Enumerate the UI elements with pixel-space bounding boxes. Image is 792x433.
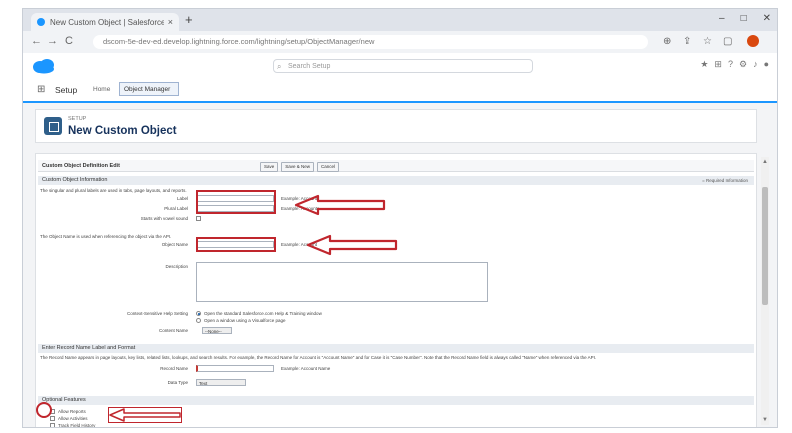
- allow-reports-label: Allow Reports: [58, 409, 86, 414]
- description-textarea[interactable]: [196, 262, 488, 302]
- salesforce-logo-icon[interactable]: [31, 58, 57, 74]
- plural-label-field-label: Plural Label: [164, 206, 188, 211]
- content-name-select[interactable]: --None--: [202, 327, 232, 334]
- tab-title: New Custom Object | Salesforce: [50, 17, 164, 27]
- label-field-label: Label: [176, 196, 188, 201]
- context-help-standard-radio[interactable]: [196, 311, 201, 316]
- labels-help-text: The singular and plural labels are used …: [40, 188, 187, 193]
- tab-close-icon[interactable]: ×: [168, 17, 173, 27]
- salesforce-header: ⌕ Search Setup ★ ⊞ ? ⚙ ♪ ●: [23, 53, 777, 80]
- tab-strip: New Custom Object | Salesforce × + – □ ✕: [23, 9, 777, 31]
- allow-activities-checkbox[interactable]: [50, 416, 55, 421]
- zoom-icon[interactable]: ⊕: [663, 36, 671, 47]
- annotation-highlight-box: [196, 190, 276, 214]
- content-name-label: Content Name: [158, 328, 188, 333]
- scrollbar-thumb[interactable]: [762, 187, 768, 305]
- reload-icon[interactable]: C: [65, 35, 73, 47]
- cancel-button[interactable]: Cancel: [317, 162, 340, 172]
- page-title: New Custom Object: [68, 125, 177, 137]
- record-name-example: Example: Account Name: [281, 366, 331, 371]
- custom-object-form: Custom Object Definition Edit Save Save …: [35, 153, 757, 428]
- tab-object-manager[interactable]: Object Manager: [119, 82, 179, 96]
- form-buttons: Save Save & New Cancel: [260, 162, 340, 172]
- section-custom-object-information: Custom Object Information: [38, 176, 754, 185]
- browser-tab[interactable]: New Custom Object | Salesforce ×: [31, 13, 179, 31]
- page-header: SETUP New Custom Object: [35, 109, 757, 143]
- bell-icon[interactable]: ♪: [753, 59, 758, 70]
- vowel-sound-label: Starts with vowel sound: [140, 216, 188, 221]
- section-title: Enter Record Name Label and Format: [42, 345, 136, 351]
- context-help-standard-label: Open the standard Salesforce.com Help & …: [204, 311, 322, 316]
- minimize-icon[interactable]: –: [719, 13, 725, 24]
- section-record-name: Enter Record Name Label and Format: [38, 344, 754, 353]
- annotation-highlight-box: [196, 237, 276, 252]
- save-and-new-button[interactable]: Save & New: [281, 162, 315, 172]
- section-optional-features: Optional Features: [38, 396, 754, 405]
- setup-label: Setup: [55, 85, 78, 95]
- scroll-down-icon[interactable]: ▼: [762, 417, 768, 423]
- new-tab-button[interactable]: +: [185, 13, 193, 27]
- description-label: Description: [165, 264, 188, 269]
- form-edit-header: Custom Object Definition Edit: [38, 160, 754, 172]
- save-button[interactable]: Save: [260, 162, 279, 172]
- annotation-arrow-icon: [306, 234, 398, 256]
- record-name-input[interactable]: [196, 365, 274, 372]
- close-window-icon[interactable]: ✕: [763, 13, 771, 24]
- add-icon[interactable]: ⊞: [714, 59, 722, 70]
- page-scrollbar[interactable]: ▲ ▼: [761, 157, 769, 425]
- setup-home-link[interactable]: Home: [93, 86, 110, 93]
- avatar-icon[interactable]: ●: [764, 59, 769, 70]
- forward-icon[interactable]: →: [47, 35, 58, 47]
- extensions-icon[interactable]: ▢: [723, 36, 732, 47]
- annotation-arrow-icon: [294, 194, 386, 216]
- annotation-arrow-icon: [109, 408, 181, 422]
- data-type-select[interactable]: Text: [196, 379, 246, 386]
- share-icon[interactable]: ⇪: [683, 36, 691, 47]
- required-info-legend: = Required Information: [702, 178, 748, 183]
- section-title: Optional Features: [42, 397, 86, 403]
- annotation-circle: [36, 402, 52, 418]
- vowel-sound-checkbox[interactable]: [196, 216, 201, 221]
- header-utility-icons: ★ ⊞ ? ⚙ ♪ ●: [700, 59, 769, 70]
- object-name-help-text: The Object Name is used when referencing…: [40, 234, 172, 239]
- profile-avatar-icon[interactable]: [747, 35, 759, 47]
- star-icon[interactable]: ☆: [703, 36, 712, 47]
- url-field[interactable]: dscom-5e-dev-ed.develop.lightning.force.…: [93, 35, 648, 49]
- setup-nav: ⊞ Setup Home Object Manager: [23, 79, 777, 103]
- window-controls: – □ ✕: [719, 13, 771, 24]
- help-icon[interactable]: ?: [728, 59, 733, 70]
- search-icon: ⌕: [277, 62, 282, 71]
- page-content: SETUP New Custom Object Custom Object De…: [35, 109, 771, 428]
- address-bar: ← → C dscom-5e-dev-ed.develop.lightning.…: [23, 31, 777, 54]
- search-placeholder: Search Setup: [288, 63, 331, 70]
- setup-gear-icon[interactable]: ⚙: [739, 59, 747, 70]
- section-title: Custom Object Information: [42, 177, 108, 183]
- record-name-help-text: The Record Name appears in page layouts,…: [40, 355, 597, 360]
- breadcrumb: SETUP: [68, 116, 87, 122]
- favorites-icon[interactable]: ★: [700, 59, 708, 70]
- context-help-visualforce-label: Open a window using a Visualforce page: [204, 318, 286, 323]
- browser-window: New Custom Object | Salesforce × + – □ ✕…: [22, 8, 778, 428]
- back-icon[interactable]: ←: [31, 35, 42, 47]
- global-search-input[interactable]: ⌕ Search Setup: [273, 59, 533, 73]
- context-help-label: Context-Sensitive Help Setting: [126, 311, 188, 316]
- maximize-icon[interactable]: □: [741, 13, 747, 24]
- app-launcher-icon[interactable]: ⊞: [37, 84, 45, 95]
- allow-activities-label: Allow Activities: [58, 416, 88, 421]
- track-field-history-checkbox[interactable]: [50, 423, 55, 427]
- data-type-label: Data Type: [167, 380, 188, 385]
- context-help-visualforce-radio[interactable]: [196, 318, 201, 323]
- scroll-up-icon[interactable]: ▲: [762, 159, 768, 165]
- record-name-label: Record Name: [160, 366, 188, 371]
- custom-object-icon: [44, 117, 62, 135]
- object-name-label: Object Name: [161, 242, 188, 247]
- track-field-history-label: Track Field History: [58, 423, 96, 428]
- salesforce-favicon-icon: [37, 18, 45, 26]
- form-edit-title: Custom Object Definition Edit: [42, 163, 120, 169]
